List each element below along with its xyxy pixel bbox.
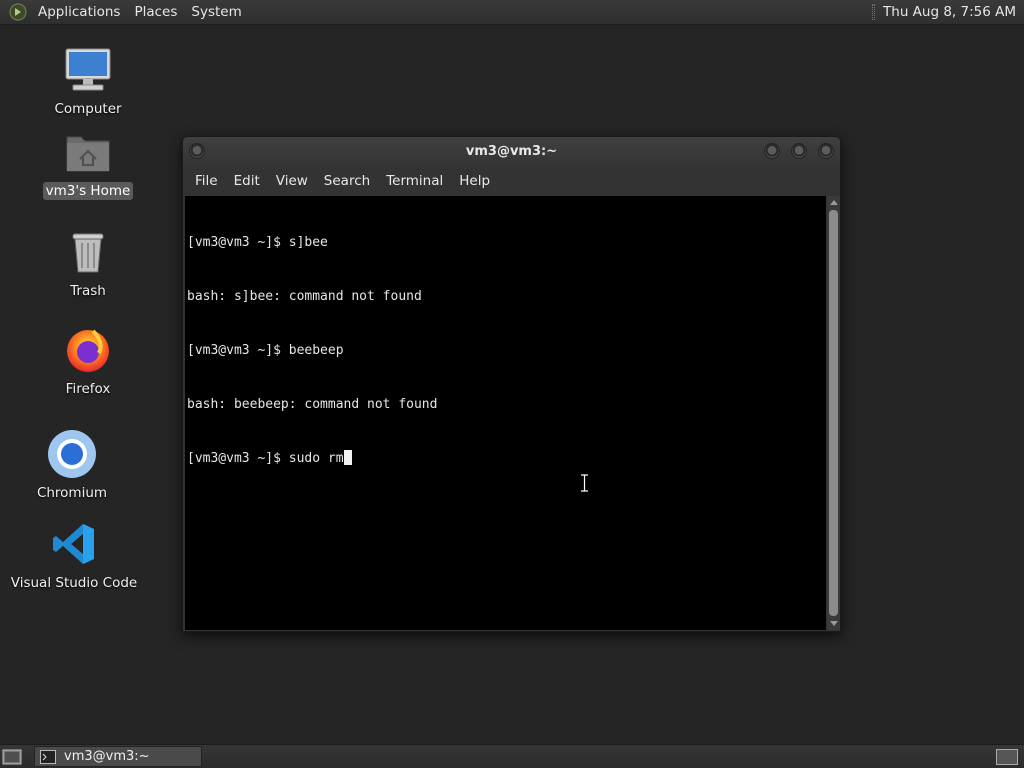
chromium-icon	[46, 428, 98, 480]
minimize-button[interactable]	[764, 143, 780, 159]
menu-view[interactable]: View	[268, 173, 316, 189]
terminal-line: bash: s]bee: command not found	[187, 289, 422, 304]
scrollbar-thumb[interactable]	[829, 210, 838, 616]
desktop-icon-firefox[interactable]: Firefox	[28, 324, 148, 398]
desktop-icon-label: Firefox	[65, 381, 111, 397]
bottom-panel: vm3@vm3:~	[0, 744, 1024, 768]
places-menu[interactable]: Places	[127, 0, 184, 25]
desktop-icon-label: Chromium	[36, 485, 108, 501]
terminal-current-input: [vm3@vm3 ~]$ sudo rm	[187, 451, 344, 466]
desktop-icon-vscode[interactable]: Visual Studio Code	[11, 518, 137, 592]
menu-search[interactable]: Search	[316, 173, 378, 189]
terminal-line: bash: beebeep: command not found	[187, 397, 438, 412]
vscode-icon	[48, 518, 100, 570]
trash-icon	[62, 226, 114, 278]
terminal-prompt-line: [vm3@vm3 ~]$ sudo rm	[187, 450, 826, 468]
window-title: vm3@vm3:~	[465, 144, 558, 159]
desktop-icon-trash[interactable]: Trash	[28, 226, 148, 300]
desktop-icon-label: Visual Studio Code	[10, 575, 138, 591]
vertical-scrollbar[interactable]	[827, 196, 840, 630]
terminal-line: [vm3@vm3 ~]$ beebeep	[187, 343, 344, 358]
desktop-icon-label: Computer	[54, 101, 122, 117]
firefox-icon	[62, 324, 114, 376]
show-desktop-icon[interactable]	[2, 748, 22, 766]
scroll-down-arrow-icon[interactable]	[830, 621, 838, 626]
menu-terminal[interactable]: Terminal	[378, 173, 451, 189]
system-menu[interactable]: System	[184, 0, 248, 25]
terminal-icon	[40, 749, 56, 764]
computer-icon	[62, 44, 114, 96]
maximize-button[interactable]	[791, 143, 807, 159]
menu-edit[interactable]: Edit	[226, 173, 268, 189]
desktop-icon-label: Trash	[70, 283, 106, 299]
panel-separator	[872, 4, 876, 20]
desktop-icon-computer[interactable]: Computer	[28, 44, 148, 118]
clock[interactable]: Thu Aug 8, 7:56 AM	[883, 4, 1024, 20]
applications-menu[interactable]: Applications	[31, 0, 127, 25]
window-titlebar[interactable]: vm3@vm3:~	[183, 137, 840, 167]
taskbar-item-label: vm3@vm3:~	[64, 749, 150, 764]
top-panel: Applications Places System Thu Aug 8, 7:…	[0, 0, 1024, 25]
terminal-output[interactable]: [vm3@vm3 ~]$ s]bee bash: s]bee: command …	[185, 196, 826, 630]
home-folder-icon	[62, 126, 114, 178]
menu-file[interactable]: File	[187, 173, 226, 189]
taskbar-item-terminal[interactable]: vm3@vm3:~	[34, 746, 202, 767]
desktop-icon-chromium[interactable]: Chromium	[12, 428, 132, 502]
text-cursor	[343, 450, 352, 465]
ibeam-cursor-icon	[581, 474, 588, 492]
scroll-up-arrow-icon[interactable]	[830, 200, 838, 205]
close-button[interactable]	[818, 143, 834, 159]
terminal-window[interactable]: vm3@vm3:~ File Edit View Search Terminal…	[182, 136, 841, 632]
desktop-icon-label: vm3's Home	[42, 182, 134, 200]
menu-help[interactable]: Help	[451, 173, 498, 189]
terminal-line: [vm3@vm3 ~]$ s]bee	[187, 235, 328, 250]
terminal-menubar: File Edit View Search Terminal Help	[183, 167, 840, 195]
desktop-icon-home[interactable]: vm3's Home	[28, 126, 148, 200]
distro-logo-icon[interactable]	[9, 3, 27, 21]
workspace-switcher[interactable]	[996, 749, 1018, 765]
